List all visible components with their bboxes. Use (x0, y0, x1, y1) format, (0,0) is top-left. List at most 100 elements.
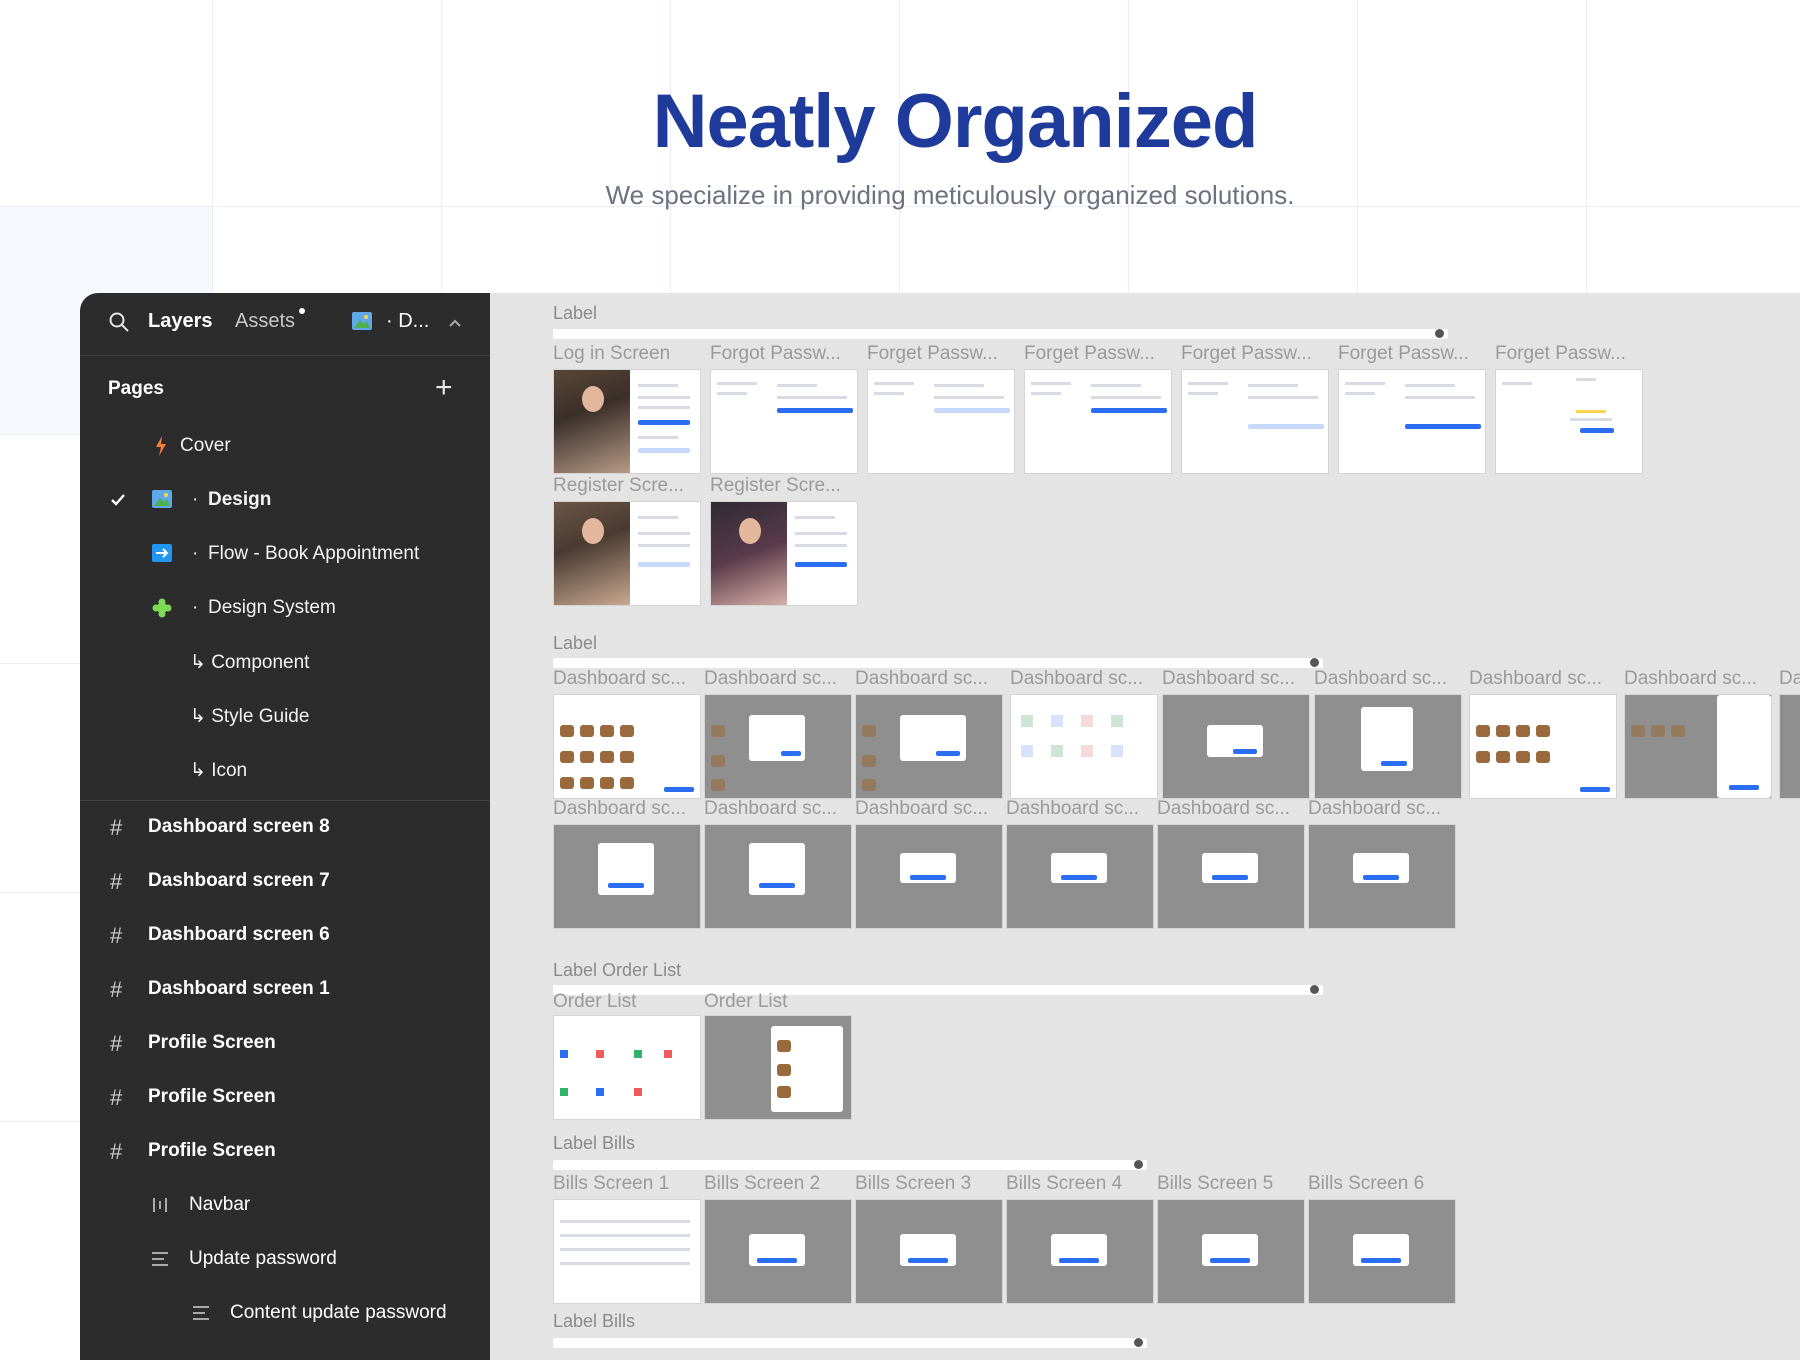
add-page-icon[interactable]: + (435, 373, 453, 403)
layer-item[interactable]: Update password (80, 1233, 490, 1287)
frame-title: Log in Screen (553, 343, 671, 364)
layer-label: Update password (189, 1248, 337, 1269)
frame-title: Bills Screen 6 (1308, 1173, 1425, 1194)
frame-icon: # (110, 923, 123, 948)
frame-icon: # (110, 1031, 123, 1056)
columns-icon (152, 1196, 170, 1220)
frame-thumbnail[interactable] (1779, 694, 1800, 799)
layer-label: Dashboard screen 6 (148, 924, 330, 945)
frame-thumbnail[interactable] (1338, 369, 1486, 474)
frame-thumbnail[interactable] (1010, 694, 1158, 799)
layer-item[interactable]: Content update password (80, 1287, 490, 1341)
assets-notification-dot (299, 308, 305, 314)
frame-thumbnail[interactable] (1157, 824, 1305, 929)
frame-thumbnail[interactable] (1162, 694, 1310, 799)
frame-thumbnail[interactable] (553, 501, 701, 606)
frame-title: Dashboard sc... (1308, 798, 1442, 819)
frame-title: Dashboard sc... (1162, 668, 1296, 689)
page-item-style-guide[interactable]: ↳ Style Guide (80, 690, 490, 744)
frame-title: Dashboard sc... (704, 798, 838, 819)
frame-thumbnail[interactable] (1495, 369, 1643, 474)
page-label: ↳ Component (190, 652, 310, 673)
layer-item[interactable]: # Profile Screen (80, 1125, 490, 1179)
frame-title: Dashboard sc... (1624, 668, 1758, 689)
frame-thumbnail[interactable] (710, 369, 858, 474)
frame-thumbnail[interactable] (1308, 1199, 1456, 1304)
layer-item[interactable]: # Dashboard screen 1 (80, 963, 490, 1017)
section-bar (553, 1338, 1147, 1348)
tab-assets[interactable]: Assets (235, 310, 295, 333)
section-label: Label Order List (553, 960, 682, 980)
section-bar (553, 329, 1448, 339)
tab-layers[interactable]: Layers (148, 310, 213, 333)
page-item-cover[interactable]: Cover (80, 420, 490, 474)
frame-title: Dashboard sc... (855, 798, 989, 819)
hero-subtitle: We specialize in providing meticulously … (605, 180, 1295, 210)
frame-thumbnail[interactable] (553, 1015, 701, 1120)
gear-icon (1310, 985, 1319, 994)
layer-label: Dashboard screen 7 (148, 870, 330, 891)
frame-title: Dashboard sc... (1469, 668, 1603, 689)
search-icon[interactable] (108, 311, 130, 338)
image-icon (352, 312, 372, 335)
frame-thumbnail[interactable] (1314, 694, 1462, 799)
frame-title: Forgot Passw... (710, 343, 841, 364)
frame-title: Forget Passw... (867, 343, 998, 364)
frame-thumbnail[interactable] (1024, 369, 1172, 474)
frame-thumbnail[interactable] (1469, 694, 1617, 799)
design-canvas[interactable]: Label Log in Screen Forgot Passw... Forg… (490, 293, 1800, 1360)
layer-item[interactable]: Navbar (80, 1179, 490, 1233)
chevron-up-icon[interactable] (448, 315, 462, 333)
section-label: Label (553, 633, 598, 653)
layer-item[interactable]: # Dashboard screen 6 (80, 909, 490, 963)
section-label: Label Bills (553, 1311, 636, 1331)
page-label: ↳ Icon (190, 760, 248, 781)
frame-thumbnail[interactable] (1308, 824, 1456, 929)
page-item-icon[interactable]: ↳ Icon (80, 744, 490, 798)
frame-thumbnail[interactable] (553, 824, 701, 929)
layer-label: Profile Screen (148, 1140, 276, 1161)
frame-title: Dashboard sc... (704, 668, 838, 689)
hero-title: Neatly Organized (652, 79, 1259, 164)
frame-thumbnail[interactable] (1006, 1199, 1154, 1304)
frame-thumbnail[interactable] (1157, 1199, 1305, 1304)
page-item-design[interactable]: · Design (80, 474, 490, 528)
page-label: Flow - Book Appointment (208, 543, 420, 564)
frame-thumbnail[interactable] (704, 694, 852, 799)
page-label: Design System (208, 597, 336, 618)
frame-thumbnail[interactable] (867, 369, 1015, 474)
frame-thumbnail[interactable] (855, 694, 1003, 799)
frame-title: Dashboard sc... (1157, 798, 1291, 819)
frame-thumbnail[interactable] (855, 1199, 1003, 1304)
frame-thumbnail[interactable] (1624, 694, 1772, 799)
frame-title: Dashboard sc... (553, 798, 687, 819)
frame-thumbnail[interactable] (1006, 824, 1154, 929)
page-item-component[interactable]: ↳ Component (80, 636, 490, 690)
frame-thumbnail[interactable] (553, 369, 701, 474)
frame-thumbnail[interactable] (1181, 369, 1329, 474)
frame-title: Bills Screen 5 (1157, 1173, 1274, 1194)
frame-title: Bills Screen 2 (704, 1173, 821, 1194)
page-item-flow-book-appointment[interactable]: · Flow - Book Appointment (80, 528, 490, 582)
frame-title: Bills Screen 4 (1006, 1173, 1123, 1194)
page-selector[interactable]: · D... (386, 310, 429, 333)
layer-item[interactable]: # Profile Screen (80, 1071, 490, 1125)
frame-title: Dashboard sc... (1314, 668, 1448, 689)
frame-icon: # (110, 815, 123, 840)
frame-thumbnail[interactable] (855, 824, 1003, 929)
frame-title: Da (1779, 668, 1800, 689)
check-icon (110, 491, 126, 513)
frame-title: Bills Screen 3 (855, 1173, 972, 1194)
frame-thumbnail[interactable] (553, 694, 701, 799)
frame-thumbnail[interactable] (704, 1199, 852, 1304)
layer-item[interactable]: # Dashboard screen 7 (80, 855, 490, 909)
layer-item[interactable]: # Dashboard screen 8 (80, 801, 490, 855)
page-item-design-system[interactable]: · Design System (80, 582, 490, 636)
frame-thumbnail[interactable] (704, 1015, 852, 1120)
page-label: Cover (180, 435, 231, 456)
frame-thumbnail[interactable] (710, 501, 858, 606)
gear-icon (1134, 1160, 1143, 1169)
frame-thumbnail[interactable] (553, 1199, 701, 1304)
layer-item[interactable]: # Profile Screen (80, 1017, 490, 1071)
frame-thumbnail[interactable] (704, 824, 852, 929)
